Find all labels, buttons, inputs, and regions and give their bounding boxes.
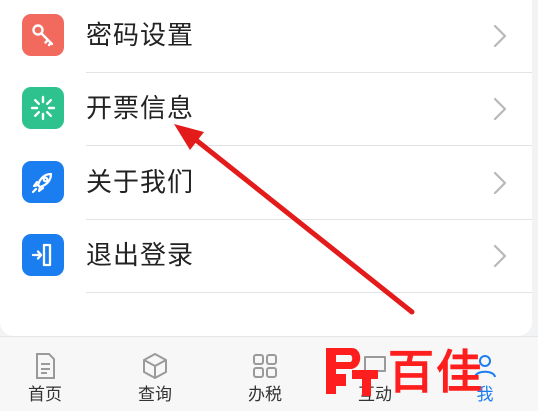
tab-label: 首页 [28, 385, 62, 405]
grid-icon [253, 354, 277, 378]
tab-query[interactable]: 查询 [110, 345, 200, 411]
watermark-logo: 百佳 [322, 342, 522, 402]
tab-label: 办税 [248, 385, 282, 405]
tab-home[interactable]: 首页 [0, 345, 90, 411]
tab-label: 查询 [138, 385, 172, 405]
tab-tax-service[interactable]: 办税 [220, 345, 310, 411]
watermark-mark-icon [326, 348, 378, 396]
watermark-text: 百佳 [388, 345, 484, 399]
cube-icon [143, 353, 167, 379]
document-icon [36, 353, 55, 379]
